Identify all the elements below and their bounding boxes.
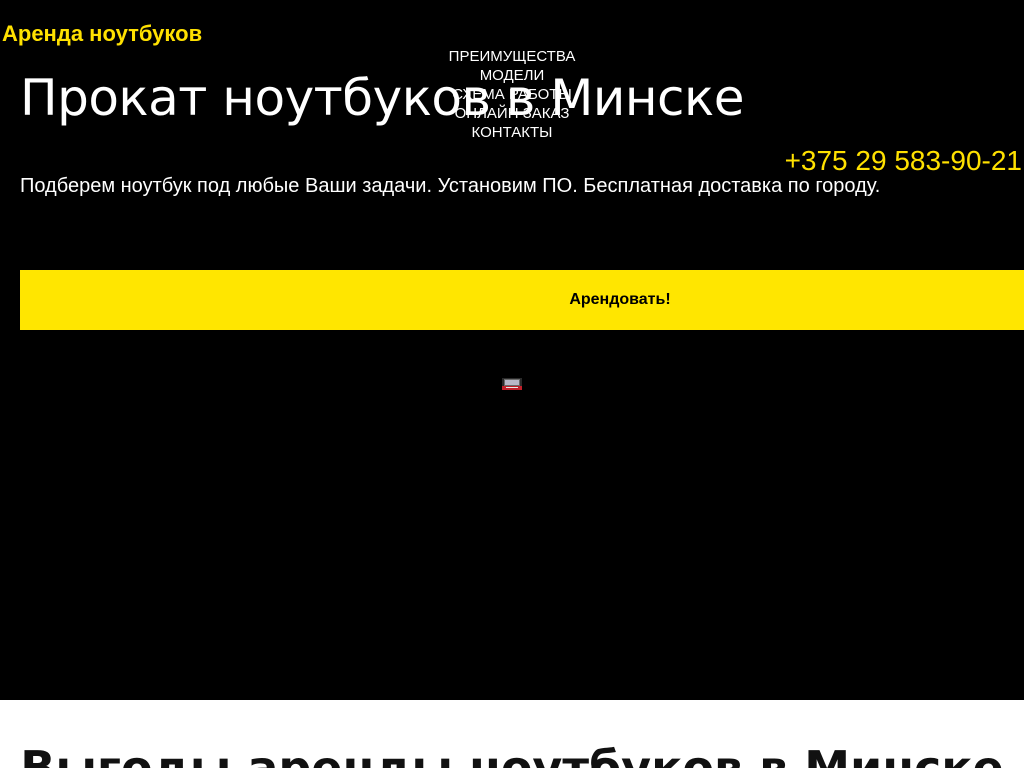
hero-section: Аренда ноутбуков ПРЕИМУЩЕСТВА МОДЕЛИ СХЕ… [0,0,1024,700]
benefits-title: Выгоды аренды ноутбуков в Минске [20,741,1004,768]
rent-button[interactable]: Арендовать! [20,270,1024,330]
brand-logo-link[interactable]: Аренда ноутбуков [2,20,202,48]
hero-subtitle: Подберем ноутбук под любые Ваши задачи. … [20,175,881,197]
hero-title: Прокат ноутбуков в Минске [20,69,745,127]
laptop-image [502,378,522,390]
nav-item-advantages[interactable]: ПРЕИМУЩЕСТВА [412,47,612,66]
